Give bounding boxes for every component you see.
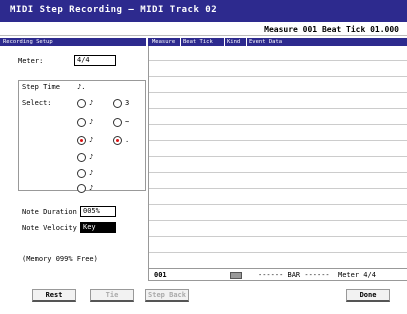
radio-whole-label: ♪ xyxy=(89,169,94,177)
note-velocity-label: Note Velocity xyxy=(22,224,77,232)
radio-tie-label: ~ xyxy=(125,118,130,126)
event-table-header: Measure Beat Tick Kind Event Data xyxy=(148,38,407,46)
bar-event-row: 001 ------ BAR ------ Meter 4/4 xyxy=(148,268,407,281)
event-row xyxy=(149,92,407,93)
radio-eighth-label: ♪ xyxy=(89,99,94,107)
measure-beat-readout: Measure 001 Beat Tick 01.000 xyxy=(264,25,399,34)
meter-field[interactable]: 4/4 xyxy=(74,55,116,66)
radio-quarter-label: ♪ xyxy=(89,136,94,144)
radio-half[interactable] xyxy=(77,153,86,162)
step-back-button[interactable]: Step Back xyxy=(145,289,189,302)
midi-step-recording-screen: MIDI Step Recording — MIDI Track 02 Meas… xyxy=(0,0,407,314)
event-row xyxy=(149,156,407,157)
event-row xyxy=(149,220,407,221)
event-row xyxy=(149,204,407,205)
event-list[interactable] xyxy=(148,46,407,281)
col-event-data: Event Data xyxy=(246,38,282,46)
meter-label: Meter: xyxy=(18,57,44,65)
event-row xyxy=(149,188,407,189)
bar-meter: Meter 4/4 xyxy=(338,271,376,279)
radio-quarter-selected[interactable] xyxy=(77,136,86,145)
col-measure: Measure xyxy=(152,39,176,45)
measure-bar: Measure 001 Beat Tick 01.000 xyxy=(0,22,407,36)
window-title: MIDI Step Recording — MIDI Track 02 xyxy=(10,5,218,15)
radio-whole[interactable] xyxy=(77,169,86,178)
radio-triplet[interactable] xyxy=(113,99,122,108)
radio-eighth[interactable] xyxy=(77,99,86,108)
event-row xyxy=(149,108,407,109)
keyboard-icon xyxy=(230,272,242,279)
event-row xyxy=(149,140,407,141)
memory-status: (Memory 099% Free) xyxy=(22,255,98,263)
event-row xyxy=(149,76,407,77)
col-kind: Kind xyxy=(224,38,240,46)
radio-long[interactable] xyxy=(77,184,86,193)
bar-marker: ------ BAR ------ xyxy=(258,271,330,279)
event-row xyxy=(149,252,407,253)
radio-dotted-selected[interactable] xyxy=(113,136,122,145)
button-row: Rest Tie Step Back Done xyxy=(0,289,407,305)
recording-setup-header: Recording Setup xyxy=(0,38,146,46)
radio-half-label: ♪ xyxy=(89,153,94,161)
event-row xyxy=(149,60,407,61)
note-velocity-field[interactable]: Key xyxy=(80,222,116,233)
note-duration-label: Note Duration xyxy=(22,208,77,216)
title-bar: MIDI Step Recording — MIDI Track 02 xyxy=(0,0,407,22)
radio-dotted-label: . xyxy=(125,136,130,144)
event-row xyxy=(149,172,407,173)
step-time-select-group: ♪ 3 ♪ ~ ♪ . ♪ ♪ ♪ xyxy=(18,80,146,193)
tie-button[interactable]: Tie xyxy=(90,289,134,302)
radio-sixteenth-label: ♪ xyxy=(89,118,94,126)
radio-triplet-label: 3 xyxy=(125,99,130,107)
col-beat-tick: Beat Tick xyxy=(180,38,213,46)
event-row xyxy=(149,124,407,125)
note-duration-field[interactable]: 005% xyxy=(80,206,116,217)
radio-tie[interactable] xyxy=(113,118,122,127)
done-button[interactable]: Done xyxy=(346,289,390,302)
radio-sixteenth[interactable] xyxy=(77,118,86,127)
rest-button[interactable]: Rest xyxy=(32,289,76,302)
bar-measure: 001 xyxy=(154,271,167,279)
radio-long-label: ♪ xyxy=(89,184,94,192)
event-row xyxy=(149,236,407,237)
